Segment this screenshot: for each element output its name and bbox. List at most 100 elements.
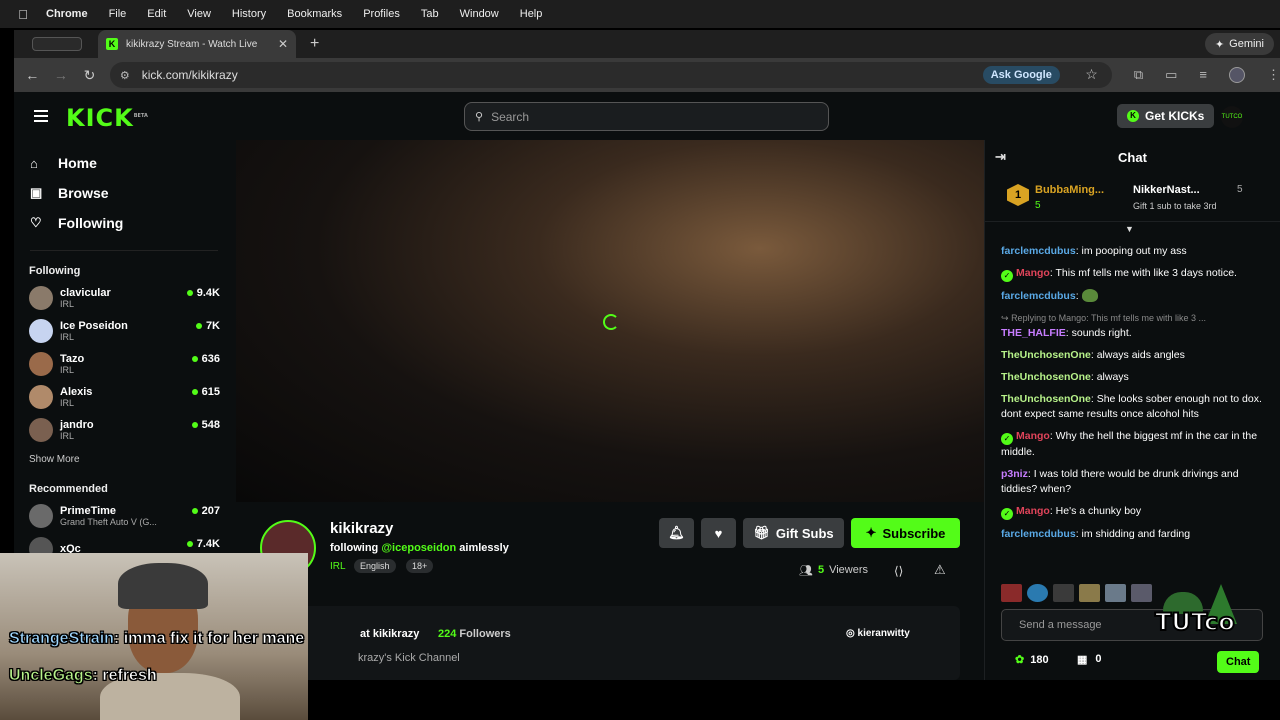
channel-points[interactable]: ✿ 180 bbox=[1015, 653, 1049, 667]
user-avatar[interactable]: TUTCO bbox=[1221, 106, 1243, 128]
menu-app-name[interactable]: Chrome bbox=[46, 8, 88, 20]
sidebar-item-label: Home bbox=[58, 155, 97, 171]
chat-username[interactable]: farclemcdubus bbox=[1001, 245, 1076, 257]
bookmark-star-icon[interactable]: ☆ bbox=[1085, 66, 1098, 83]
leader-name[interactable]: NikkerNast... bbox=[1133, 184, 1200, 196]
apple-icon[interactable]:  bbox=[0, 7, 46, 22]
stream-info: kikikrazy following @iceposeidon aimless… bbox=[236, 502, 984, 680]
menu-bookmarks[interactable]: Bookmarks bbox=[287, 8, 342, 20]
subscribe-button[interactable]: ✦ Subscribe bbox=[851, 518, 960, 548]
report-warning-icon[interactable]: ⚠ bbox=[934, 562, 946, 578]
get-kicks-button[interactable]: K Get KICKs bbox=[1117, 104, 1215, 128]
channel-category: IRL bbox=[60, 364, 75, 375]
verified-badge-icon: ✓ bbox=[1001, 433, 1013, 445]
chat-text: This mf tells me with like 3 days notice… bbox=[1055, 267, 1237, 279]
instagram-link[interactable]: ◎ kieranwitty bbox=[846, 628, 910, 639]
chat-message: ✓ Mango: This mf tells me with like 3 day… bbox=[1001, 266, 1263, 282]
emote-icon[interactable] bbox=[1079, 584, 1100, 602]
menu-view[interactable]: View bbox=[187, 8, 211, 20]
gift-subs-label: Gift Subs bbox=[775, 525, 834, 541]
browse-icon: ▣ bbox=[30, 185, 43, 200]
channel-item-clavicular[interactable]: clavicular IRL 9.4K bbox=[14, 281, 234, 314]
tab-search-icon[interactable]: ▭ bbox=[1165, 67, 1177, 83]
hamburger-menu-icon[interactable] bbox=[34, 110, 48, 122]
menu-edit[interactable]: Edit bbox=[147, 8, 166, 20]
share-icon[interactable]: ⟨⟩ bbox=[894, 564, 903, 578]
extensions-icon[interactable]: ⧉ bbox=[1134, 67, 1143, 83]
chat-message: ✓ Mango: Why the hell the biggest mf in t… bbox=[1001, 430, 1258, 458]
leader-name[interactable]: BubbaMing... bbox=[1035, 184, 1104, 196]
chat-username[interactable]: farclemcdubus bbox=[1001, 528, 1076, 540]
site-info-icon[interactable]: ⚙ bbox=[120, 69, 130, 82]
menu-tab[interactable]: Tab bbox=[421, 8, 439, 20]
chat-username[interactable]: TheUnchosenOne bbox=[1001, 349, 1091, 361]
tab-group-chip[interactable] bbox=[32, 37, 82, 51]
channel-item-ice-poseidon[interactable]: Ice Poseidon IRL 7K bbox=[14, 314, 234, 347]
media-icon[interactable]: ≡ bbox=[1199, 67, 1207, 83]
sidebar-divider bbox=[30, 250, 218, 251]
gift-subs-button[interactable]: 🎁︎ Gift Subs bbox=[743, 518, 844, 548]
tab-strip: K kikikrazy Stream - Watch Live ✕ + ✦ Ge… bbox=[14, 30, 1280, 58]
kick-logo[interactable]: KICKBETA bbox=[66, 104, 148, 132]
chat-message: ✓ Mango: He's a chunky boy bbox=[1001, 504, 1263, 520]
gift-counter[interactable]: ▦ 0 bbox=[1077, 653, 1102, 666]
sidebar-item-following[interactable]: ♡ Following bbox=[14, 208, 234, 238]
tag-18plus[interactable]: 18+ bbox=[406, 559, 434, 573]
globe-emote-icon[interactable] bbox=[1027, 584, 1048, 602]
chat-username[interactable]: TheUnchosenOne bbox=[1001, 393, 1091, 405]
channel-item-alexis[interactable]: Alexis IRL 615 bbox=[14, 380, 234, 413]
emote-bar bbox=[1001, 584, 1152, 602]
menu-history[interactable]: History bbox=[232, 8, 266, 20]
chat-username[interactable]: TheUnchosenOne bbox=[1001, 371, 1091, 383]
browser-tab-active[interactable]: K kikikrazy Stream - Watch Live ✕ bbox=[98, 30, 296, 58]
viewer-count: 7.4K bbox=[186, 538, 220, 550]
stream-category[interactable]: IRL bbox=[330, 561, 346, 572]
avatar bbox=[29, 285, 53, 310]
back-arrow-icon[interactable]: ← bbox=[18, 67, 47, 83]
show-more-link[interactable]: Show More bbox=[29, 454, 234, 465]
logo-text: KICK bbox=[66, 104, 134, 132]
chat-username[interactable]: Mango bbox=[1016, 267, 1050, 279]
channel-item-jandro[interactable]: jandro IRL 548 bbox=[14, 413, 234, 446]
ask-google-button[interactable]: Ask Google bbox=[982, 66, 1060, 84]
emote-icon[interactable] bbox=[1105, 584, 1126, 602]
video-player[interactable] bbox=[236, 140, 984, 502]
avatar bbox=[29, 503, 53, 528]
channel-item-tazo[interactable]: Tazo IRL 636 bbox=[14, 347, 234, 380]
collapse-chat-icon[interactable]: ⇥ bbox=[995, 149, 1006, 165]
close-tab-icon[interactable]: ✕ bbox=[278, 37, 288, 51]
menu-window[interactable]: Window bbox=[460, 8, 499, 20]
channel-category: IRL bbox=[60, 397, 75, 408]
emote-icon[interactable] bbox=[1001, 584, 1022, 602]
menu-help[interactable]: Help bbox=[520, 8, 543, 20]
follow-button[interactable]: ♥ bbox=[701, 518, 736, 548]
streamer-name[interactable]: kikikrazy bbox=[330, 520, 393, 537]
channel-item-primetime[interactable]: PrimeTime Grand Theft Auto V (G... 207 bbox=[14, 499, 234, 532]
macos-menubar:  Chrome File Edit View History Bookmark… bbox=[0, 0, 1280, 28]
search-input[interactable]: ⚲ Search bbox=[464, 102, 829, 131]
chat-username[interactable]: Mango bbox=[1016, 505, 1050, 517]
chat-username[interactable]: farclemcdubus bbox=[1001, 290, 1076, 302]
emote-icon[interactable] bbox=[1053, 584, 1074, 602]
notification-bell-button[interactable]: 🔔︎ bbox=[659, 518, 694, 548]
reload-icon[interactable]: ↻ bbox=[75, 67, 104, 84]
new-tab-icon[interactable]: + bbox=[310, 35, 319, 53]
chat-username[interactable]: THE_HALFIE bbox=[1001, 327, 1066, 339]
chat-messages: farclemcdubus: im pooping out my ass ✓ Ma… bbox=[1001, 244, 1263, 549]
expand-leaderboard-icon[interactable]: ▼ bbox=[1125, 224, 1134, 234]
sidebar-item-home[interactable]: ⌂ Home bbox=[14, 148, 234, 178]
tag-english[interactable]: English bbox=[354, 559, 396, 573]
kebab-menu-icon[interactable]: ⋮ bbox=[1267, 67, 1280, 83]
menu-file[interactable]: File bbox=[109, 8, 127, 20]
chat-username[interactable]: Mango bbox=[1016, 430, 1050, 442]
chat-username[interactable]: p3niz bbox=[1001, 468, 1028, 480]
profile-avatar-icon[interactable] bbox=[1229, 67, 1246, 83]
forward-arrow-icon[interactable]: → bbox=[47, 67, 76, 83]
about-description: krazy's Kick Channel bbox=[358, 652, 460, 664]
address-bar[interactable]: ⚙ kick.com/kikikrazy Ask Google ☆ bbox=[109, 62, 1112, 88]
viewer-count-text: 615 bbox=[201, 386, 220, 398]
stream-title-mention[interactable]: @iceposeidon bbox=[381, 542, 456, 554]
menu-profiles[interactable]: Profiles bbox=[363, 8, 400, 20]
gemini-button[interactable]: ✦ Gemini bbox=[1204, 33, 1274, 55]
sidebar-item-browse[interactable]: ▣ Browse bbox=[14, 178, 234, 208]
